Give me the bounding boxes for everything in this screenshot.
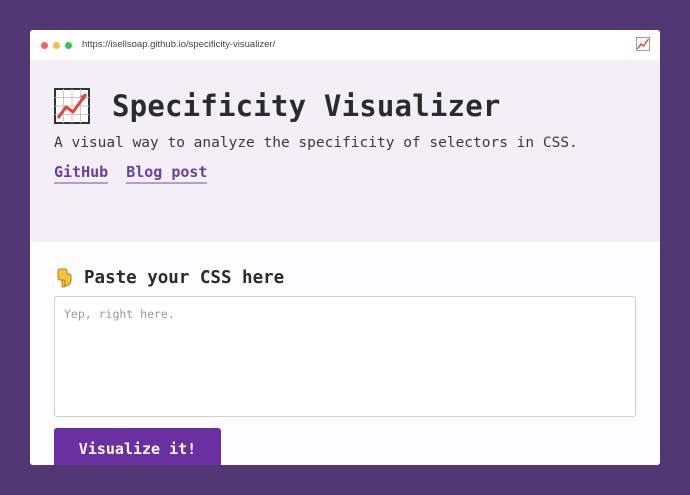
section-title: Paste your CSS here (84, 268, 285, 288)
visualize-button[interactable]: Visualize it! (54, 428, 221, 465)
header-links: GitHub Blog post (54, 163, 208, 184)
close-window-dot[interactable] (41, 42, 48, 49)
browser-window: https://isellsoap.github.io/specificity-… (30, 30, 660, 465)
minimize-window-dot[interactable] (53, 42, 60, 49)
page-title: Specificity Visualizer (112, 89, 501, 123)
blog-post-link[interactable]: Blog post (126, 163, 208, 184)
github-link[interactable]: GitHub (54, 163, 109, 184)
chart-increasing-favicon-icon (636, 37, 650, 51)
maximize-window-dot[interactable] (65, 42, 72, 49)
css-input[interactable] (54, 296, 636, 417)
section-heading: Paste your CSS here (54, 268, 284, 288)
page-subtitle: A visual way to analyze the specificity … (54, 135, 578, 151)
address-bar-url[interactable]: https://isellsoap.github.io/specificity-… (82, 39, 275, 50)
browser-chrome: https://isellsoap.github.io/specificity-… (30, 30, 660, 60)
main-section: Paste your CSS here Visualize it! (30, 242, 660, 465)
chart-increasing-icon (54, 88, 90, 124)
hero-header: Specificity Visualizer A visual way to a… (30, 60, 660, 242)
title-row: Specificity Visualizer (54, 86, 501, 126)
backhand-index-pointing-down-icon (57, 268, 72, 288)
